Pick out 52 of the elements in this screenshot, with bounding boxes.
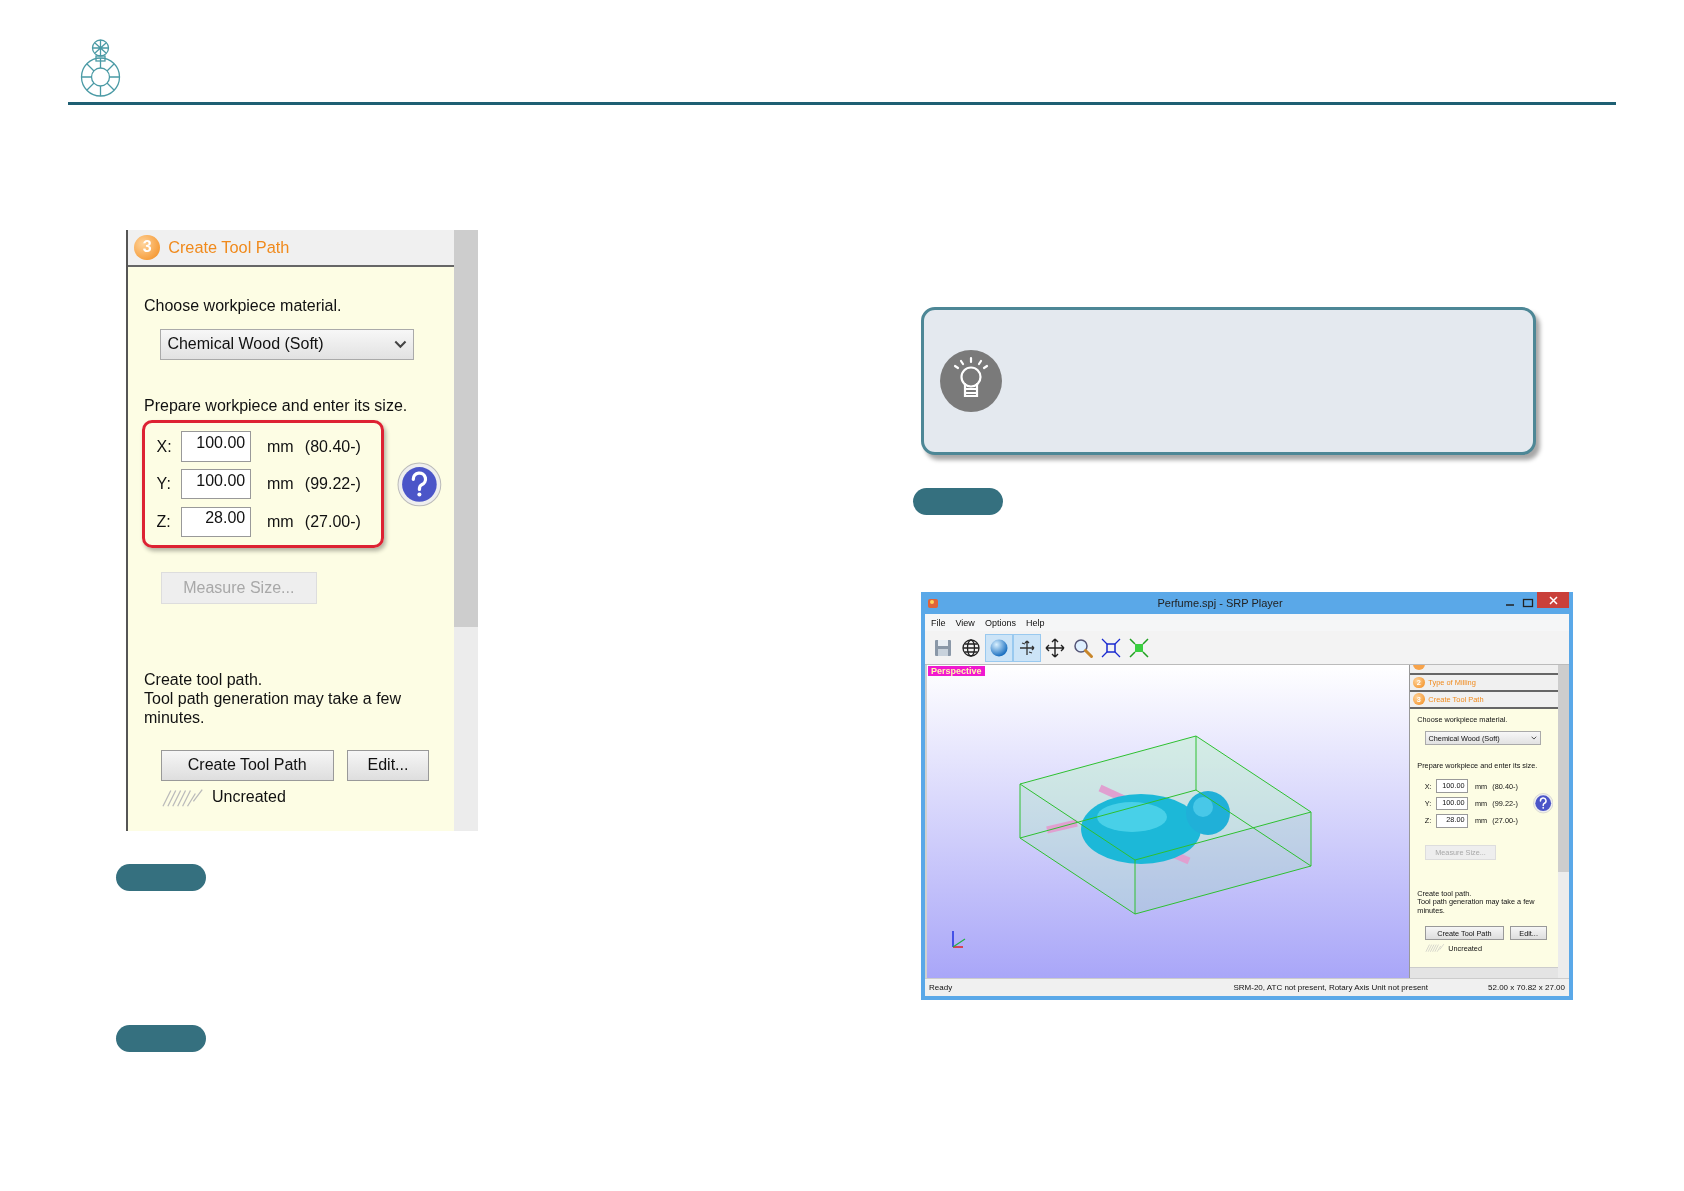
axis-label: Y:: [156, 475, 172, 494]
unit-label: mm: [267, 437, 294, 456]
toolbar-button[interactable]: [1013, 633, 1041, 662]
help-icon[interactable]: [1532, 793, 1554, 814]
axis-label: Z:: [156, 512, 172, 531]
close-button[interactable]: [1537, 592, 1569, 608]
size-input[interactable]: 100.00: [180, 431, 251, 462]
status-text: SRM-20, ATC not present, Rotary Axis Unit not present: [1233, 983, 1429, 992]
caret-icon: [394, 339, 407, 350]
axis-label: X:: [156, 437, 173, 456]
caret-icon: [1530, 735, 1537, 741]
move-icon: [1044, 636, 1066, 659]
instruction-text: Create tool path.: [144, 669, 263, 689]
fit-view-icon: [1100, 636, 1122, 659]
minimum-size: (80.40-): [304, 437, 361, 456]
globe-icon: [960, 636, 982, 659]
lightbulb-icon: [940, 350, 1002, 412]
instruction-text: Choose workpiece material.: [144, 295, 342, 315]
create-tool-path-button[interactable]: Create Tool Path: [160, 749, 334, 781]
minimum-size: (99.22-): [304, 475, 361, 494]
cube-center-icon: [1128, 636, 1150, 659]
edit-button[interactable]: Edit...: [347, 749, 429, 781]
status-text: Ready: [929, 983, 954, 992]
minimum-size: (27.00-): [304, 512, 361, 531]
search-icon: [1072, 636, 1094, 659]
hatch-icon: [160, 787, 204, 808]
hatch-icon: [1424, 943, 1445, 953]
status-text: Uncreated: [212, 788, 286, 807]
instruction-text: Tool path generation may take a few minutes.: [144, 688, 403, 728]
scrollbar[interactable]: [1410, 966, 1559, 978]
material-dropdown[interactable]: Chemical Wood (Soft): [160, 329, 415, 360]
3d-viewport[interactable]: Perspective: [925, 665, 1409, 978]
size-input[interactable]: 28.00: [180, 506, 251, 537]
instruction-text: Prepare workpiece and enter its size.: [144, 396, 408, 416]
step-title: Create Tool Path: [168, 237, 290, 257]
scrollbar[interactable]: [1558, 665, 1569, 978]
unit-label: mm: [267, 475, 294, 494]
close-icon: [1548, 595, 1558, 605]
view-label: Perspective: [928, 666, 985, 676]
menu-item[interactable]: Options: [984, 617, 1016, 628]
step-number: 3: [134, 234, 160, 261]
window-title: Perfume.spj - SRP Player: [1156, 597, 1284, 609]
unit-label: mm: [267, 512, 294, 531]
app-icon: [927, 597, 939, 609]
menu-item[interactable]: File: [931, 617, 946, 628]
status-text: 52.00 x 70.82 x 27.00: [1488, 983, 1565, 992]
size-input[interactable]: 100.00: [180, 468, 251, 500]
scrollbar[interactable]: [454, 230, 478, 831]
menu-item[interactable]: Help: [1025, 617, 1045, 628]
menu-item[interactable]: View: [955, 617, 975, 628]
step-header[interactable]: [1410, 665, 1559, 675]
help-icon[interactable]: [396, 461, 442, 507]
